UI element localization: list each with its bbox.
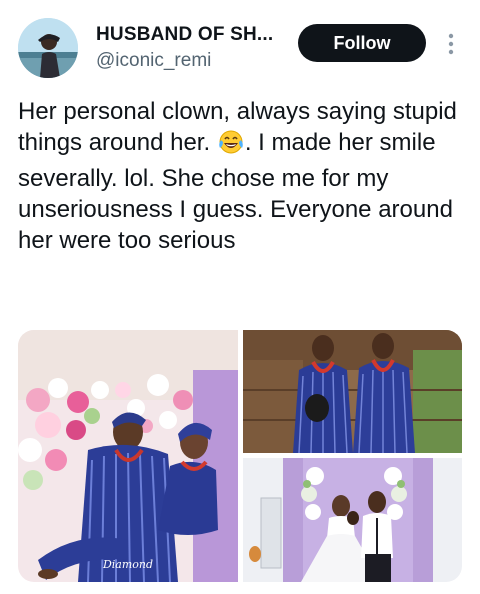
photo-2[interactable] xyxy=(243,330,462,453)
more-vertical-icon[interactable] xyxy=(444,32,458,56)
author-handle[interactable]: @iconic_remi xyxy=(96,50,211,72)
photo-watermark: Diamond xyxy=(102,558,153,571)
photo-3[interactable] xyxy=(243,458,462,582)
author-avatar[interactable] xyxy=(18,18,78,78)
tweet-text: Her personal clown, always saying stupid… xyxy=(18,96,466,256)
face-with-tears-of-joy-icon xyxy=(217,129,245,163)
follow-button[interactable]: Follow xyxy=(298,24,426,62)
media-grid: Diamond xyxy=(18,330,462,582)
author-display-name[interactable]: HUSBAND OF SH... xyxy=(96,24,273,46)
avatar-photo xyxy=(18,18,78,78)
photo-1[interactable]: Diamond xyxy=(18,330,238,582)
